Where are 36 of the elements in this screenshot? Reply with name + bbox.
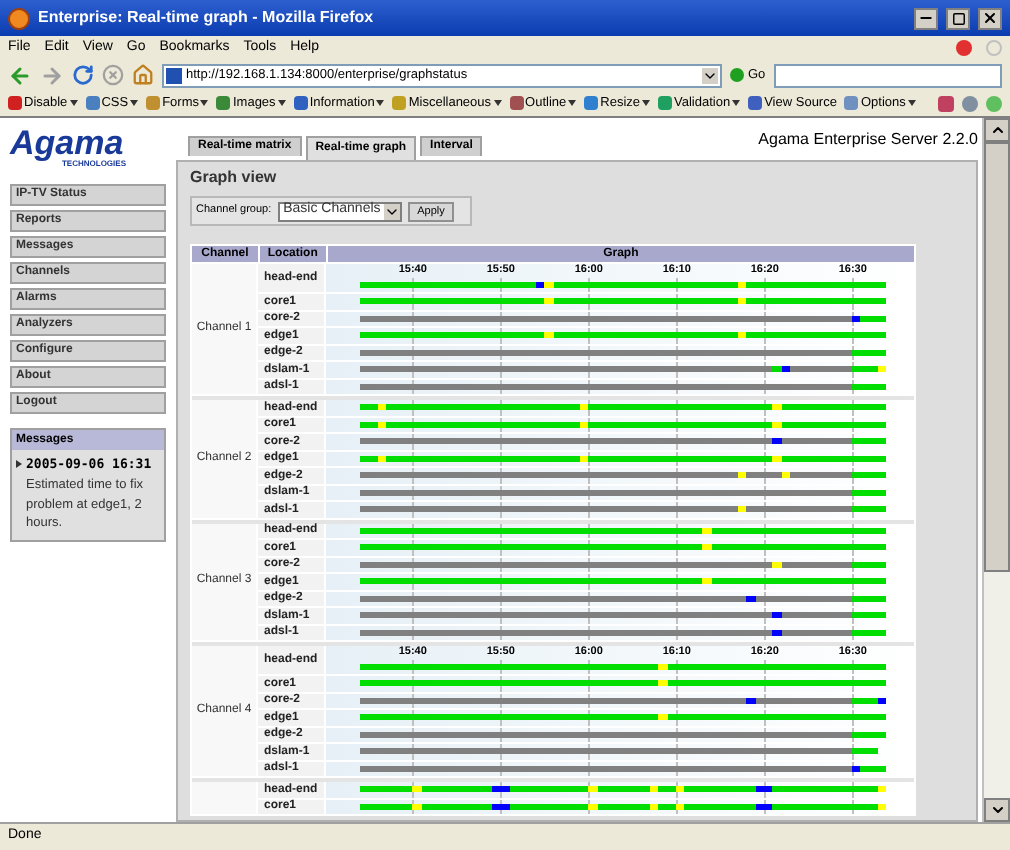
server-title: Agama Enterprise Server 2.2.0: [758, 127, 978, 151]
site-icon: [166, 67, 182, 83]
toolbar-icon: [216, 96, 231, 110]
dropdown-icon[interactable]: [383, 203, 400, 219]
toolbar-icon: [293, 96, 308, 110]
toolbar-icon: [584, 96, 599, 110]
toolbar-icon: [146, 96, 161, 110]
bullet-icon: [16, 460, 22, 468]
window-title: Enterprise: Real-time graph - Mozilla Firefox: [38, 6, 376, 30]
dropdown-icon[interactable]: [702, 67, 718, 83]
stop-icon[interactable]: [102, 64, 124, 86]
maximize-button[interactable]: [946, 7, 970, 29]
toolbar-icon: [658, 96, 673, 110]
toolbar-icon: [509, 96, 524, 110]
toolbar-icon: [85, 96, 100, 110]
scroll-thumb[interactable]: [984, 142, 1010, 572]
scroll-down-icon[interactable]: [984, 798, 1010, 822]
scroll-up-icon[interactable]: [984, 118, 1010, 142]
close-button[interactable]: [978, 7, 1002, 29]
home-icon[interactable]: [132, 64, 154, 86]
back-icon[interactable]: [8, 63, 32, 87]
section-title: Graph view: [190, 166, 279, 190]
logo: Agama: [10, 126, 124, 160]
reload-icon[interactable]: [72, 64, 94, 86]
maximize-icon: [951, 11, 965, 25]
search-field[interactable]: [773, 63, 1002, 87]
forward-icon[interactable]: [40, 63, 64, 87]
go-icon: [730, 68, 744, 82]
toolbar-icon: [844, 96, 859, 110]
toolbar-icon: [748, 96, 763, 110]
toolbar-icon: [392, 96, 407, 110]
minimize-button[interactable]: [914, 7, 938, 29]
toolbar-icon: [8, 96, 22, 110]
close-icon: [982, 10, 998, 26]
scrollbar[interactable]: [982, 118, 1010, 822]
browser-icon: [8, 7, 30, 29]
